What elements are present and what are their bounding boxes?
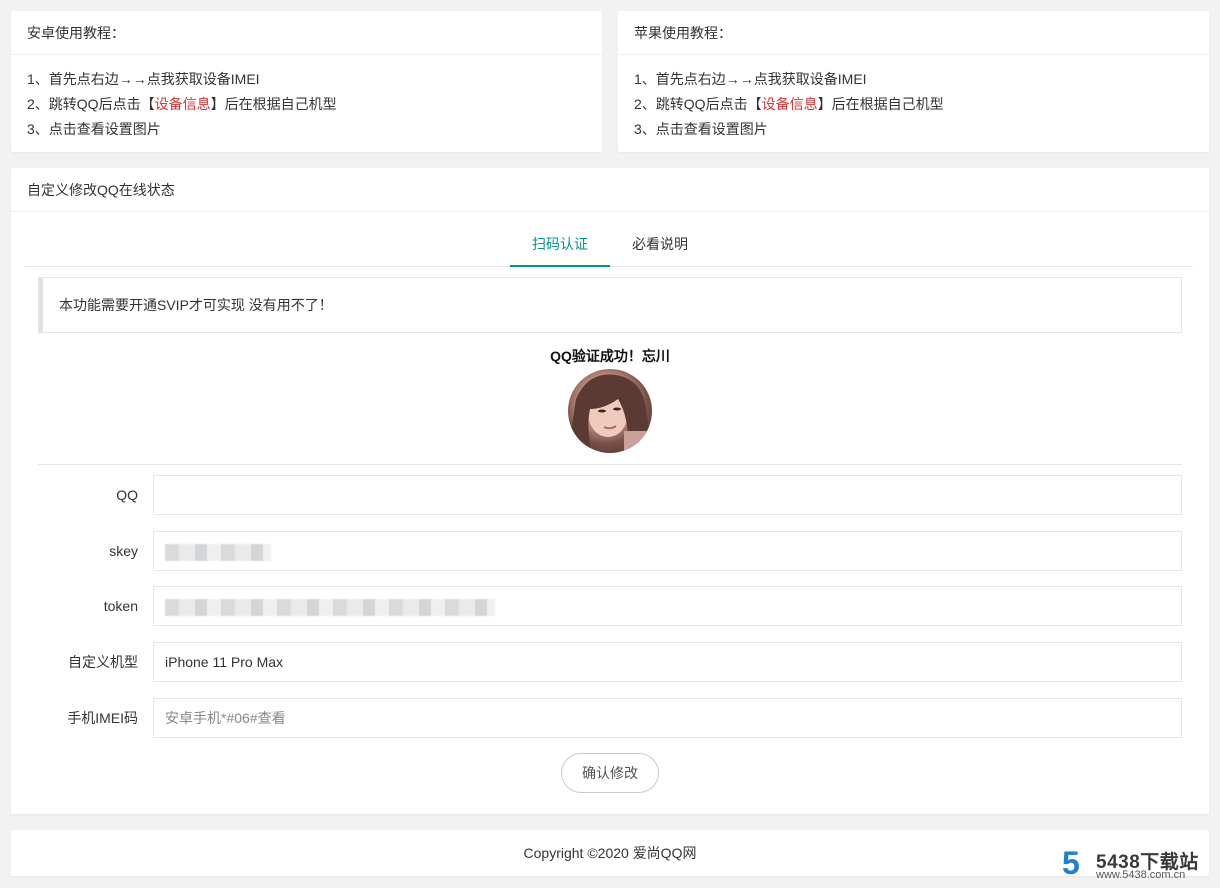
avatar — [568, 369, 652, 453]
qq-status-card: 自定义修改QQ在线状态 扫码认证 必看说明 本功能需要开通SVIP才可实现 没有… — [11, 168, 1209, 814]
tab-must-read[interactable]: 必看说明 — [630, 224, 690, 267]
tab-bar: 扫码认证 必看说明 — [25, 224, 1193, 267]
copyright-text: Copyright ©2020 爱尚QQ网 — [523, 845, 697, 861]
apple-step-2: 2、跳转QQ后点击【设备信息】后在根据自己机型 — [634, 92, 1193, 117]
watermark-url: www.5438.com.cn — [1096, 869, 1186, 881]
model-label: 自定义机型 — [68, 654, 138, 670]
token-label: token — [103, 598, 138, 614]
apple-tutorial-title: 苹果使用教程： — [618, 11, 1209, 55]
section-divider — [38, 464, 1182, 465]
tab-scan-auth[interactable]: 扫码认证 — [510, 224, 610, 267]
model-row: 自定义机型 — [11, 642, 1209, 682]
apple-step-2-prefix: 2、跳转QQ后点击【 — [634, 96, 762, 112]
android-step-2: 2、跳转QQ后点击【设备信息】后在根据自己机型 — [27, 92, 586, 117]
watermark-logo-icon: 5 — [1062, 845, 1080, 881]
model-input[interactable] — [153, 642, 1182, 682]
confirm-modify-button[interactable]: 确认修改 — [561, 753, 659, 793]
apple-step-3[interactable]: 3、点击查看设置图片 — [634, 117, 1193, 142]
apple-step-1[interactable]: 1、首先点右边→→点我获取设备IMEI — [634, 67, 1193, 92]
apple-step-1-text: 1、首先点右边→→点我获取设备IMEI — [634, 71, 867, 87]
android-step-2-suffix: 】后在根据自己机型 — [210, 96, 337, 112]
imei-label: 手机IMEI码 — [67, 710, 138, 726]
android-tutorial-card: 安卓使用教程： 1、首先点右边→→点我获取设备IMEI 2、跳转QQ后点击【设备… — [11, 11, 602, 152]
android-step-1[interactable]: 1、首先点右边→→点我获取设备IMEI — [27, 67, 586, 92]
verification-message: QQ验证成功！忘川 — [550, 348, 670, 364]
android-step-2-prefix: 2、跳转QQ后点击【 — [27, 96, 155, 112]
android-step-2-highlight: 设备信息 — [154, 96, 211, 112]
imei-input[interactable] — [153, 698, 1182, 738]
skey-row: skey — [11, 531, 1209, 571]
skey-label: skey — [109, 543, 138, 559]
token-row: token — [11, 586, 1209, 626]
apple-tutorial-card: 苹果使用教程： 1、首先点右边→→点我获取设备IMEI 2、跳转QQ后点击【设备… — [618, 11, 1209, 152]
apple-step-3-text: 3、点击查看设置图片 — [634, 121, 768, 137]
qq-row: QQ — [11, 475, 1209, 515]
android-step-3[interactable]: 3、点击查看设置图片 — [27, 117, 586, 142]
qq-input[interactable] — [153, 475, 1182, 515]
svip-notice: 本功能需要开通SVIP才可实现 没有用不了！ — [38, 277, 1182, 333]
footer: Copyright ©2020 爱尚QQ网 — [11, 830, 1209, 876]
apple-step-2-suffix: 】后在根据自己机型 — [817, 96, 944, 112]
site-watermark: 5 5438下载站 www.5438.com.cn — [1062, 845, 1212, 883]
apple-step-2-highlight: 设备信息 — [761, 96, 818, 112]
qq-status-title: 自定义修改QQ在线状态 — [11, 168, 1209, 212]
qq-label: QQ — [116, 487, 138, 503]
token-input[interactable] — [153, 586, 1182, 626]
android-tutorial-title: 安卓使用教程： — [11, 11, 602, 55]
android-step-3-text: 3、点击查看设置图片 — [27, 121, 161, 137]
android-step-1-text: 1、首先点右边→→点我获取设备IMEI — [27, 71, 260, 87]
skey-redacted-value — [165, 544, 271, 561]
skey-input[interactable] — [153, 531, 1182, 571]
imei-row: 手机IMEI码 — [11, 698, 1209, 738]
avatar-photo — [568, 374, 652, 453]
token-redacted-value — [165, 599, 495, 616]
